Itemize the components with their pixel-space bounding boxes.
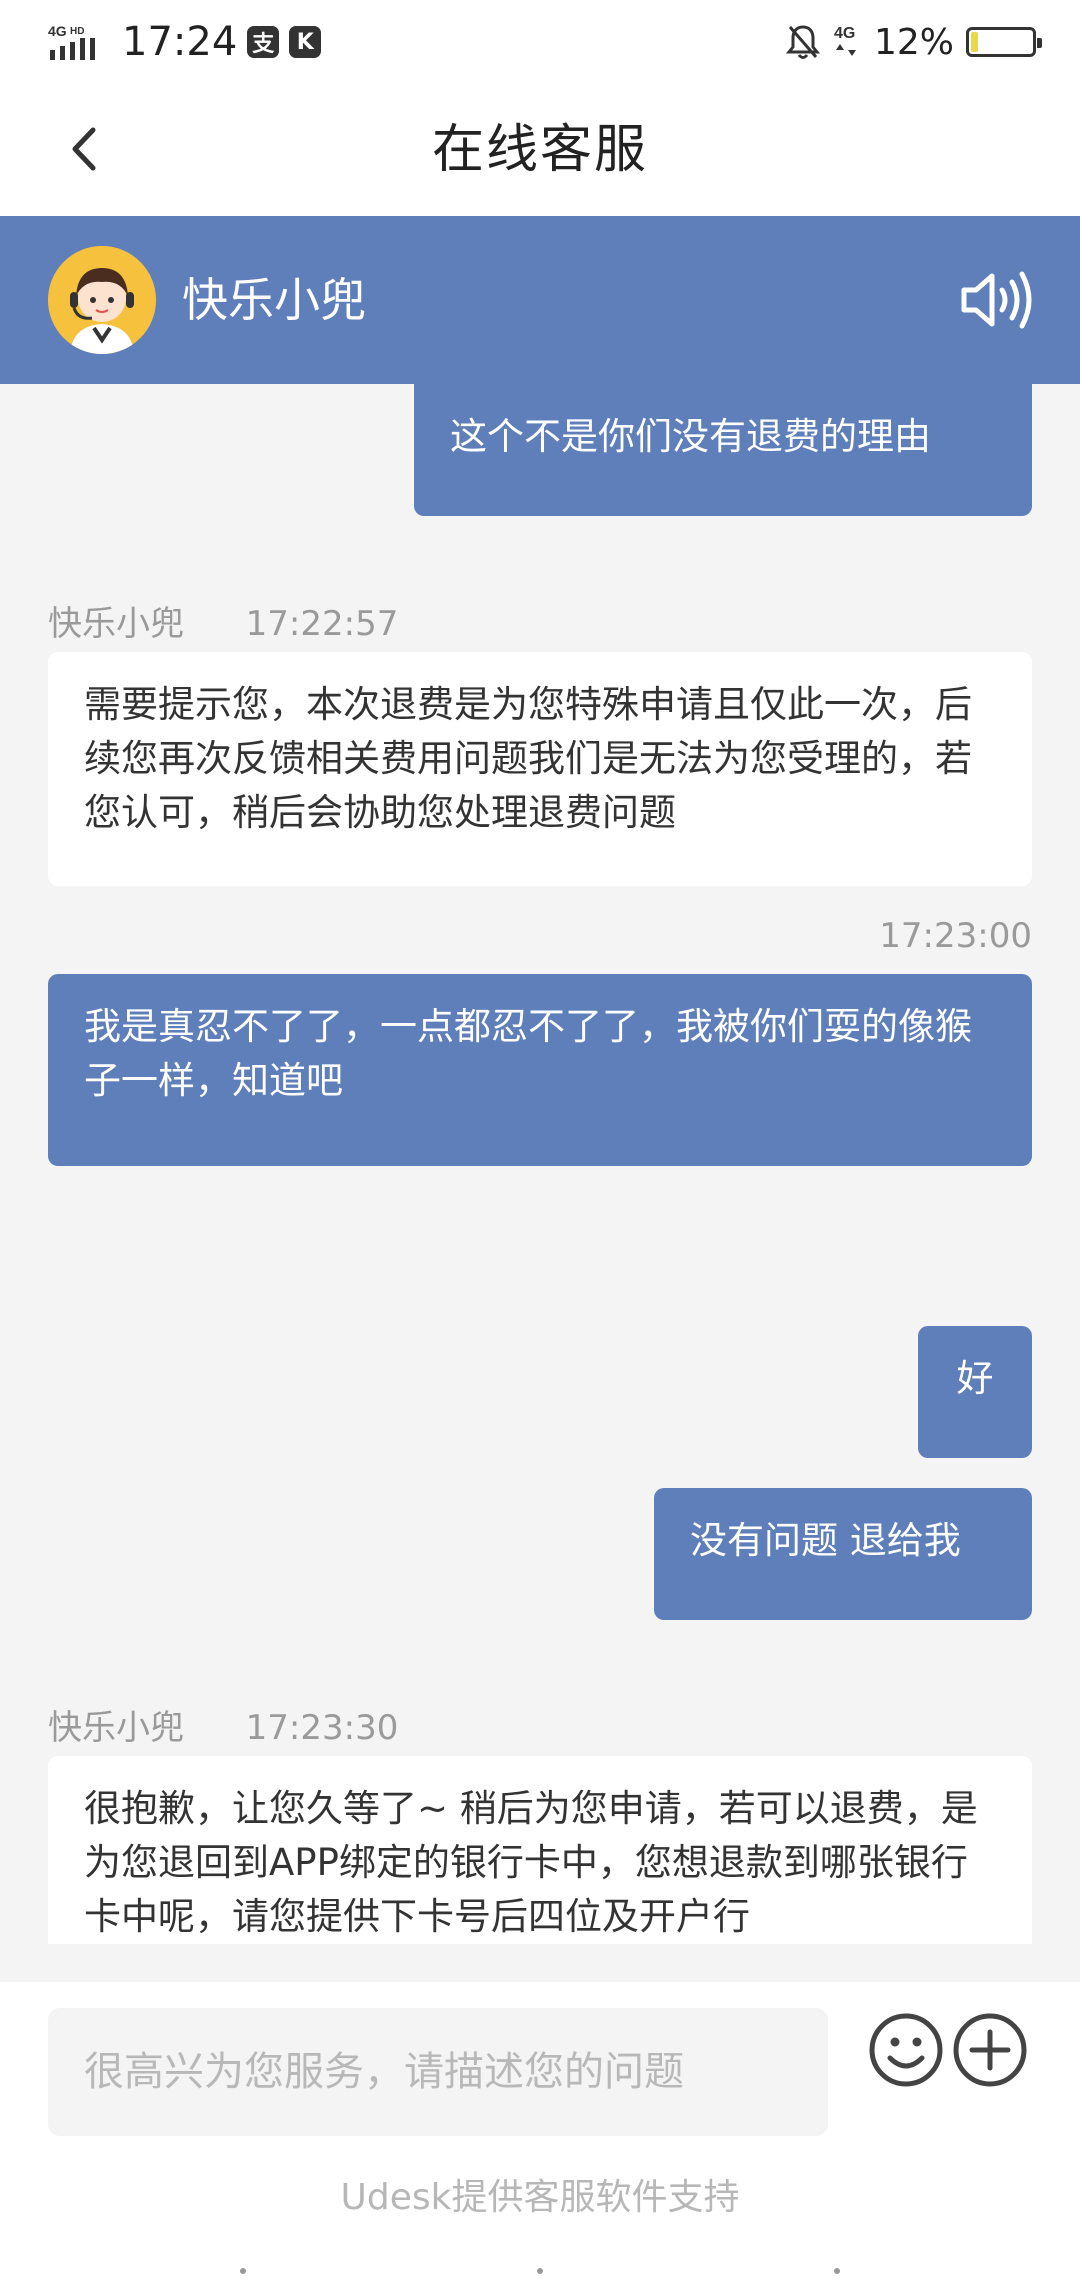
agent-name: 快乐小兜 xyxy=(182,273,366,327)
smiley-icon xyxy=(869,2013,943,2087)
message-text: 我是真忍不了了，一点都忍不了了，我被你们耍的像猴子一样，知道吧 xyxy=(84,1005,972,1102)
input-bar: Udesk提供客服软件支持 xyxy=(0,1982,1080,2280)
battery-icon xyxy=(966,27,1042,57)
alarm-off-icon xyxy=(785,25,820,59)
message-meta: 快乐小兜 17:22:57 xyxy=(48,596,398,645)
message-meta: 快乐小兜 17:23:30 xyxy=(48,1700,398,1749)
message-input[interactable] xyxy=(48,2008,828,2136)
status-time: 17:24 xyxy=(122,19,238,65)
agent-avatar xyxy=(48,246,156,354)
nav-dot xyxy=(240,2268,246,2274)
mobile-data-icon: 4G xyxy=(834,25,856,56)
support-text: Udesk提供客服软件支持 xyxy=(340,2177,740,2218)
svg-text:4G: 4G xyxy=(834,25,855,42)
message-text: 没有问题 退给我 xyxy=(690,1519,961,1562)
emoji-button[interactable] xyxy=(868,2012,944,2088)
user-message: 好 xyxy=(918,1326,1032,1458)
message-text: 这个不是你们没有退费的理由 xyxy=(450,415,931,458)
page-title: 在线客服 xyxy=(431,120,648,180)
status-right: 4G 12% xyxy=(785,18,1042,66)
more-button[interactable] xyxy=(952,2012,1028,2088)
speaker-icon xyxy=(961,271,1032,329)
nav-dot xyxy=(834,2268,840,2274)
sender-name: 快乐小兜 xyxy=(48,604,184,644)
message-text: 很抱歉，让您久等了~ 稍后为您申请，若可以退费，是为您退回到APP绑定的银行卡中… xyxy=(84,1787,978,1938)
status-bar: 4G HD 17:24 支 K 4G 12% xyxy=(0,0,1080,84)
message-text: 好 xyxy=(956,1357,994,1400)
nav-dot xyxy=(537,2268,543,2274)
status-left: 4G HD 17:24 支 K xyxy=(48,18,322,66)
speaker-button[interactable] xyxy=(960,268,1032,332)
message-text: 需要提示您，本次退费是为您特殊申请且仅此一次，后续您再次反馈相关费用问题我们是无… xyxy=(84,683,972,834)
signal-icon: 4G HD xyxy=(48,23,95,60)
user-message: 没有问题 退给我 xyxy=(654,1488,1032,1620)
user-message: 这个不是你们没有退费的理由 xyxy=(414,384,1032,516)
plus-circle-icon xyxy=(953,2013,1027,2087)
agent-message: 很抱歉，让您久等了~ 稍后为您申请，若可以退费，是为您退回到APP绑定的银行卡中… xyxy=(48,1756,1032,1944)
sender-name: 快乐小兜 xyxy=(48,1708,184,1748)
agent-message: 需要提示您，本次退费是为您特殊申请且仅此一次，后续您再次反馈相关费用问题我们是无… xyxy=(48,652,1032,886)
battery-level xyxy=(971,32,978,52)
message-time: 17:23:30 xyxy=(245,1708,399,1748)
title-bar: 在线客服 xyxy=(0,84,1080,216)
chat-area[interactable]: 这个不是你们没有退费的理由 快乐小兜 17:22:57 需要提示您，本次退费是为… xyxy=(0,384,1080,1944)
message-time: 17:22:57 xyxy=(245,604,399,644)
alipay-badge-icon: 支 xyxy=(247,26,280,58)
svg-text:HD: HD xyxy=(70,26,84,37)
message-time: 17:23:00 xyxy=(879,916,1032,956)
k-badge-icon: K xyxy=(289,26,322,58)
agent-header: 快乐小兜 xyxy=(0,216,1080,384)
svg-text:4G: 4G xyxy=(48,23,67,39)
battery-percent: 12% xyxy=(873,21,954,63)
user-message: 我是真忍不了了，一点都忍不了了，我被你们耍的像猴子一样，知道吧 xyxy=(48,974,1032,1166)
